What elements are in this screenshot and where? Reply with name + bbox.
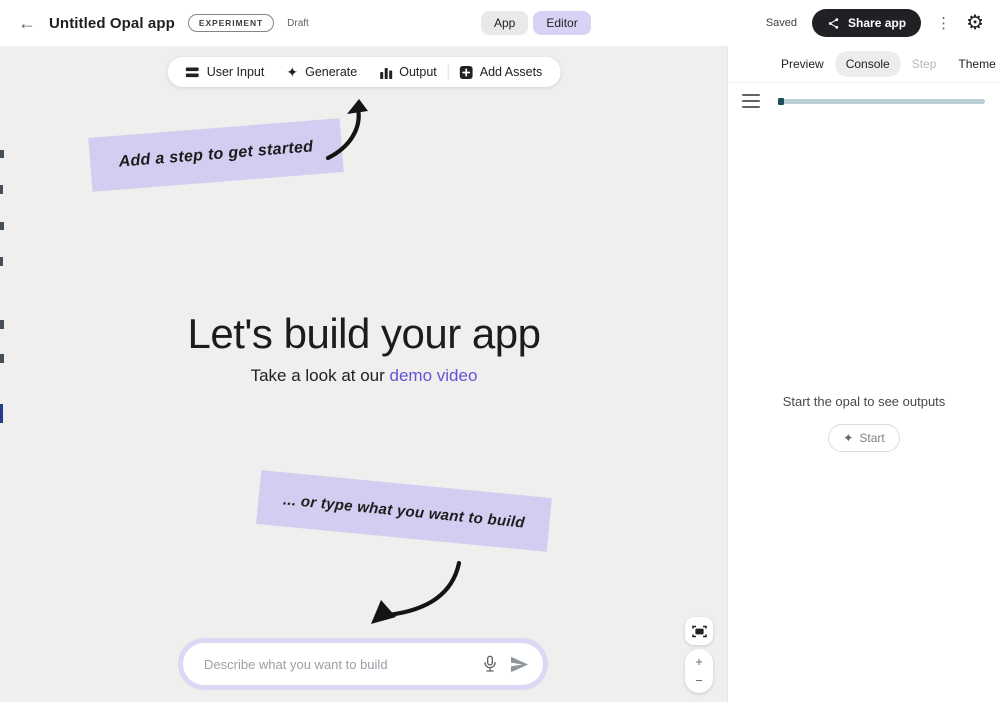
- user-input-icon: [186, 66, 200, 79]
- zoom-controls: + −: [685, 649, 713, 693]
- panel-tabs: Preview Console Step Theme: [728, 46, 1000, 83]
- microphone-icon[interactable]: [482, 655, 498, 673]
- top-bar-right: Saved Share app ⋮ ⚙: [766, 9, 984, 37]
- empty-state-text: Start the opal to see outputs: [728, 394, 1000, 409]
- fit-to-screen-button[interactable]: [685, 617, 713, 645]
- progress-marker: [778, 98, 784, 105]
- start-button[interactable]: ✦ Start: [828, 424, 899, 452]
- settings-gear-icon[interactable]: ⚙: [966, 13, 984, 33]
- experiment-badge: EXPERIMENT: [188, 14, 274, 32]
- console-empty-state: Start the opal to see outputs ✦ Start: [728, 394, 1000, 452]
- zoom-out-button[interactable]: −: [695, 674, 703, 687]
- edge-artifact: [0, 404, 3, 423]
- demo-video-link[interactable]: demo video: [390, 366, 478, 385]
- share-icon: [827, 17, 840, 30]
- add-assets-button[interactable]: Add Assets: [449, 65, 554, 79]
- share-app-button[interactable]: Share app: [812, 9, 921, 37]
- step-label: Generate: [305, 65, 357, 79]
- draft-status-label: Draft: [287, 18, 309, 29]
- hint-note-add-step: Add a step to get started: [88, 118, 343, 192]
- edge-artifact: [0, 222, 4, 230]
- send-icon[interactable]: [510, 656, 529, 673]
- add-user-input-button[interactable]: User Input: [175, 65, 276, 79]
- add-step-toolbar: User Input ✦ Generate Output: [168, 57, 561, 87]
- back-arrow-icon[interactable]: ←: [18, 14, 36, 32]
- tab-step: Step: [901, 51, 948, 77]
- bar-chart-icon: [379, 66, 392, 79]
- console-header: [742, 94, 985, 108]
- hand-drawn-arrow-down: [356, 558, 468, 634]
- subtitle: Take a look at our demo video: [0, 366, 728, 386]
- edge-artifact: [0, 185, 3, 194]
- app-title[interactable]: Untitled Opal app: [49, 15, 175, 32]
- step-label: User Input: [207, 65, 265, 79]
- prompt-bar: [178, 638, 548, 690]
- step-label: Add Assets: [480, 65, 543, 79]
- more-options-icon[interactable]: ⋮: [936, 16, 951, 31]
- edge-artifact: [0, 320, 4, 329]
- sparkle-icon: ✦: [286, 65, 298, 79]
- saved-status-label: Saved: [766, 17, 797, 29]
- start-button-label: Start: [859, 431, 884, 445]
- editor-canvas[interactable]: User Input ✦ Generate Output: [0, 46, 728, 702]
- page-title: Let's build your app: [0, 310, 728, 358]
- add-generate-button[interactable]: ✦ Generate: [275, 65, 368, 79]
- share-app-label: Share app: [848, 16, 906, 30]
- hamburger-menu-icon[interactable]: [742, 94, 760, 108]
- app-editor-toggle: App Editor: [481, 11, 591, 35]
- opal-app-window: ← Untitled Opal app EXPERIMENT Draft App…: [0, 0, 1000, 702]
- tab-app[interactable]: App: [481, 11, 528, 35]
- prompt-bar-inner: [183, 643, 543, 685]
- edge-artifact: [0, 354, 4, 363]
- square-plus-icon: [460, 66, 473, 79]
- add-output-button[interactable]: Output: [368, 65, 448, 79]
- tab-preview[interactable]: Preview: [770, 51, 835, 77]
- hint-note-type-to-build: ... or type what you want to build: [256, 470, 552, 552]
- zoom-in-button[interactable]: +: [695, 655, 703, 668]
- edge-artifact: [0, 150, 4, 158]
- hint-note-text: ... or type what you want to build: [282, 491, 525, 531]
- top-bar-left: ← Untitled Opal app EXPERIMENT Draft: [18, 14, 309, 32]
- output-panel: Preview Console Step Theme Start the opa…: [728, 46, 1000, 702]
- fit-to-screen-icon: [692, 625, 707, 638]
- progress-bar: [778, 99, 985, 104]
- hint-note-text: Add a step to get started: [118, 138, 314, 171]
- step-label: Output: [399, 65, 437, 79]
- subtitle-text: Take a look at our: [251, 366, 390, 385]
- sparkle-icon: ✦: [843, 432, 853, 444]
- tab-console[interactable]: Console: [835, 51, 901, 77]
- tab-theme[interactable]: Theme: [947, 51, 1000, 77]
- top-bar: ← Untitled Opal app EXPERIMENT Draft App…: [0, 0, 1000, 46]
- tab-editor[interactable]: Editor: [533, 11, 590, 35]
- describe-app-input[interactable]: [202, 656, 470, 673]
- edge-artifact: [0, 257, 3, 266]
